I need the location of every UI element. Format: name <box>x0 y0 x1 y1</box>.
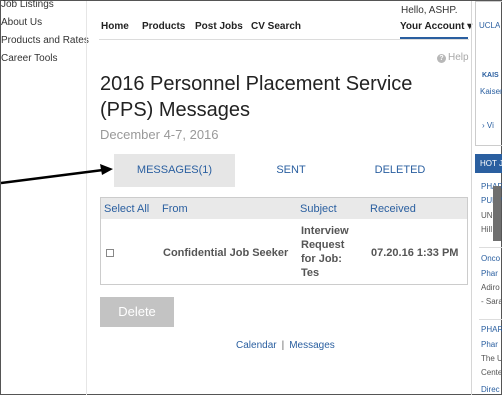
right-fragment[interactable]: PHAR <box>481 325 502 334</box>
right-fragment: - Sara <box>481 297 502 306</box>
page-title: 2016 Personnel Placement Service (PPS) M… <box>100 73 413 121</box>
right-fragment: Adiro <box>481 283 500 292</box>
account-menu[interactable]: Your Account ▾ <box>400 21 472 32</box>
annotation-arrow-icon <box>1 164 113 185</box>
message-received: 07.20.16 1:33 PM <box>371 247 459 259</box>
left-nav-career-tools[interactable]: Career Tools <box>1 50 96 68</box>
row-checkbox[interactable] <box>106 249 114 257</box>
subject-line: Tes <box>301 267 320 279</box>
left-nav-job-listings[interactable]: Job Listings <box>1 0 96 14</box>
select-all-link[interactable]: Select All <box>104 203 149 215</box>
table-header: Select All From Subject Received <box>101 198 467 219</box>
left-nav-products-and-rates[interactable]: Products and Rates <box>1 32 96 50</box>
nav-post-jobs[interactable]: Post Jobs <box>195 21 243 32</box>
help-label: Help <box>448 52 469 63</box>
right-fragment[interactable]: Phar <box>481 269 498 278</box>
right-fragment[interactable]: Phar <box>481 340 498 349</box>
help-icon: ? <box>437 54 446 63</box>
footer-separator: | <box>281 340 285 351</box>
message-from[interactable]: Confidential Job Seeker <box>163 247 288 259</box>
messages-table: Select All From Subject Received Confide… <box>100 197 468 285</box>
subject-line: Request <box>301 239 345 251</box>
right-fragment: Hill <box>481 225 493 234</box>
nav-cv-search[interactable]: CV Search <box>251 21 301 32</box>
left-nav-about-us[interactable]: About Us <box>1 14 96 32</box>
tab-deleted[interactable]: DELETED <box>361 154 439 187</box>
subject-line: for Job: <box>301 253 342 265</box>
nav-divider <box>99 39 469 40</box>
tab-messages[interactable]: MESSAGES(1) <box>114 154 235 187</box>
left-divider <box>86 1 87 395</box>
right-fragment: Cente <box>481 368 502 377</box>
delete-button[interactable]: Delete <box>100 297 174 327</box>
right-fragment[interactable]: Direc <box>481 385 500 394</box>
right-fragment[interactable]: Kaiser <box>480 87 502 96</box>
subject-line: Interview <box>301 225 349 237</box>
column-subject[interactable]: Subject <box>300 203 337 215</box>
user-greeting: Hello, ASHP. <box>401 5 458 16</box>
right-divider-line <box>479 319 502 320</box>
right-hot-jobs-header: HOT J <box>475 154 502 173</box>
right-fragment: KAIS <box>482 72 499 79</box>
footer-calendar-link[interactable]: Calendar <box>236 340 277 351</box>
right-fragment[interactable]: Onco <box>481 254 500 263</box>
column-from[interactable]: From <box>162 203 188 215</box>
right-fragment[interactable]: › Vi <box>482 121 494 130</box>
nav-products[interactable]: Products <box>142 21 185 32</box>
left-nav: Job Listings About Us Products and Rates… <box>1 0 96 68</box>
page-subtitle: December 4-7, 2016 <box>100 127 219 142</box>
footer-links: Calendar | Messages <box>236 340 335 351</box>
scrollbar-thumb[interactable] <box>493 186 501 241</box>
tab-sent[interactable]: SENT <box>256 154 326 187</box>
message-subject[interactable]: Interview Request for Job: Tes <box>301 224 349 280</box>
column-received[interactable]: Received <box>370 203 416 215</box>
right-fragment: The U <box>481 354 502 363</box>
nav-home[interactable]: Home <box>101 21 129 32</box>
right-divider-line <box>479 247 502 248</box>
right-divider <box>471 1 472 395</box>
help-link[interactable]: ? Help <box>437 52 469 63</box>
footer-messages-link[interactable]: Messages <box>289 340 335 351</box>
right-fragment[interactable]: UCLA <box>479 21 500 30</box>
